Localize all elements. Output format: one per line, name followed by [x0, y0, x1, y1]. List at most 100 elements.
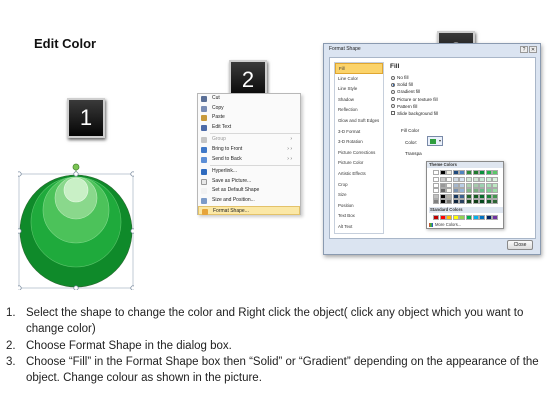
theme-color-swatch[interactable]	[446, 193, 453, 199]
standard-color-swatch[interactable]	[485, 215, 492, 220]
theme-color-swatch[interactable]	[466, 193, 472, 199]
nav-item-line-style[interactable]: Line Style	[335, 84, 383, 95]
theme-color-swatch[interactable]	[492, 199, 499, 204]
theme-color-swatch[interactable]	[485, 188, 492, 194]
theme-color-swatch[interactable]	[479, 193, 486, 199]
theme-color-swatch[interactable]	[466, 177, 472, 183]
help-icon[interactable]: ?	[520, 46, 528, 53]
nav-item-line-color[interactable]: Line Color	[335, 74, 383, 85]
theme-color-swatch[interactable]	[459, 199, 466, 204]
menu-item-edit-text[interactable]: Edit Text	[198, 123, 300, 133]
nav-item-reflection[interactable]: Reflection	[335, 105, 383, 116]
theme-color-swatch[interactable]	[439, 182, 446, 188]
menu-item-set-default-shape[interactable]: Set as Default Shape	[198, 186, 300, 196]
selected-circle-shape[interactable]	[16, 160, 136, 291]
standard-color-swatch[interactable]	[466, 215, 472, 220]
menu-item-group[interactable]: Group ›	[198, 135, 300, 145]
theme-color-swatch[interactable]	[439, 193, 446, 199]
menu-item-copy[interactable]: Copy	[198, 104, 300, 114]
radio-gradient-fill[interactable]: Gradient fill	[390, 88, 532, 95]
nav-item-fill[interactable]: Fill	[335, 63, 383, 74]
theme-color-swatch[interactable]	[439, 177, 446, 183]
theme-color-swatch[interactable]	[472, 182, 479, 188]
checkbox-slide-background[interactable]: Slide background fill	[390, 110, 532, 117]
nav-item-artistic-effects[interactable]: Artistic Effects	[335, 169, 383, 180]
theme-color-swatch[interactable]	[472, 199, 479, 204]
theme-color-swatch[interactable]	[479, 170, 486, 175]
theme-color-swatch[interactable]	[485, 199, 492, 204]
menu-item-size-position[interactable]: Size and Position...	[198, 196, 300, 206]
theme-color-swatch[interactable]	[492, 193, 499, 199]
theme-color-swatch[interactable]	[433, 170, 439, 175]
theme-color-swatch[interactable]	[492, 188, 499, 194]
menu-item-format-shape[interactable]: Format Shape...	[198, 205, 300, 216]
nav-item-picture-color[interactable]: Picture Color	[335, 158, 383, 169]
nav-item-3-d-rotation[interactable]: 3-D Rotation	[335, 137, 383, 148]
theme-color-swatch[interactable]	[472, 188, 479, 194]
theme-color-swatch[interactable]	[492, 182, 499, 188]
standard-color-swatch[interactable]	[452, 215, 459, 220]
nav-item-alt-text[interactable]: Alt Text	[335, 222, 383, 233]
close-icon[interactable]: ✕	[529, 46, 537, 53]
menu-item-paste[interactable]: Paste	[198, 113, 300, 123]
color-picker-button[interactable]: ▾	[427, 136, 443, 146]
theme-color-swatch[interactable]	[446, 182, 453, 188]
radio-pattern-fill[interactable]: Pattern fill	[390, 103, 532, 110]
standard-color-swatch[interactable]	[446, 215, 453, 220]
menu-item-send-to-back[interactable]: Send to Back › ›	[198, 155, 300, 165]
menu-item-bring-to-front[interactable]: Bring to Front › ›	[198, 145, 300, 155]
theme-color-swatch[interactable]	[466, 199, 472, 204]
theme-color-swatch[interactable]	[439, 170, 446, 175]
menu-item-hyperlink[interactable]: Hyperlink...	[198, 167, 300, 177]
theme-color-swatch[interactable]	[479, 177, 486, 183]
standard-color-swatch[interactable]	[459, 215, 466, 220]
nav-item-picture-corrections[interactable]: Picture Corrections	[335, 148, 383, 159]
radio-solid-fill[interactable]: Solid fill	[390, 81, 532, 88]
theme-color-swatch[interactable]	[452, 188, 459, 194]
theme-color-swatch[interactable]	[472, 193, 479, 199]
theme-color-swatch[interactable]	[433, 177, 439, 183]
close-button[interactable]: Close	[507, 240, 533, 250]
theme-color-swatch[interactable]	[459, 193, 466, 199]
theme-color-swatch[interactable]	[485, 193, 492, 199]
theme-color-swatch[interactable]	[466, 188, 472, 194]
standard-color-swatch[interactable]	[492, 215, 499, 220]
nav-item-position[interactable]: Position	[335, 201, 383, 212]
theme-color-swatch[interactable]	[479, 199, 486, 204]
theme-color-swatch[interactable]	[466, 182, 472, 188]
theme-color-swatch[interactable]	[446, 188, 453, 194]
menu-item-save-as-picture[interactable]: Save as Picture...	[198, 177, 300, 187]
nav-item-glow-and-soft-edges[interactable]: Glow and Soft Edges	[335, 116, 383, 127]
menu-item-cut[interactable]: Cut	[198, 94, 300, 104]
theme-color-swatch[interactable]	[446, 170, 453, 175]
theme-color-swatch[interactable]	[492, 177, 499, 183]
theme-color-swatch[interactable]	[485, 182, 492, 188]
theme-color-swatch[interactable]	[472, 170, 479, 175]
theme-color-swatch[interactable]	[452, 182, 459, 188]
nav-item-size[interactable]: Size	[335, 190, 383, 201]
theme-color-swatch[interactable]	[459, 177, 466, 183]
theme-color-swatch[interactable]	[459, 170, 466, 175]
standard-color-swatch[interactable]	[433, 215, 439, 220]
theme-color-swatch[interactable]	[446, 177, 453, 183]
theme-color-swatch[interactable]	[452, 170, 459, 175]
theme-color-swatch[interactable]	[439, 199, 446, 204]
rotation-handle[interactable]	[72, 163, 80, 171]
nav-item-crop[interactable]: Crop	[335, 180, 383, 191]
theme-color-swatch[interactable]	[479, 188, 486, 194]
theme-color-swatch[interactable]	[433, 188, 439, 194]
theme-color-swatch[interactable]	[433, 199, 439, 204]
theme-color-swatch[interactable]	[452, 199, 459, 204]
more-colors-link[interactable]: More Colors...	[429, 222, 461, 227]
theme-color-swatch[interactable]	[433, 193, 439, 199]
standard-color-swatch[interactable]	[439, 215, 446, 220]
theme-color-swatch[interactable]	[466, 170, 472, 175]
nav-item-text-box[interactable]: Text Box	[335, 211, 383, 222]
standard-color-swatch[interactable]	[479, 215, 486, 220]
theme-color-swatch[interactable]	[452, 177, 459, 183]
theme-color-swatch[interactable]	[459, 188, 466, 194]
nav-item-3-d-format[interactable]: 3-D Format	[335, 127, 383, 138]
theme-color-swatch[interactable]	[492, 170, 499, 175]
standard-color-swatch[interactable]	[472, 215, 479, 220]
theme-color-swatch[interactable]	[439, 188, 446, 194]
